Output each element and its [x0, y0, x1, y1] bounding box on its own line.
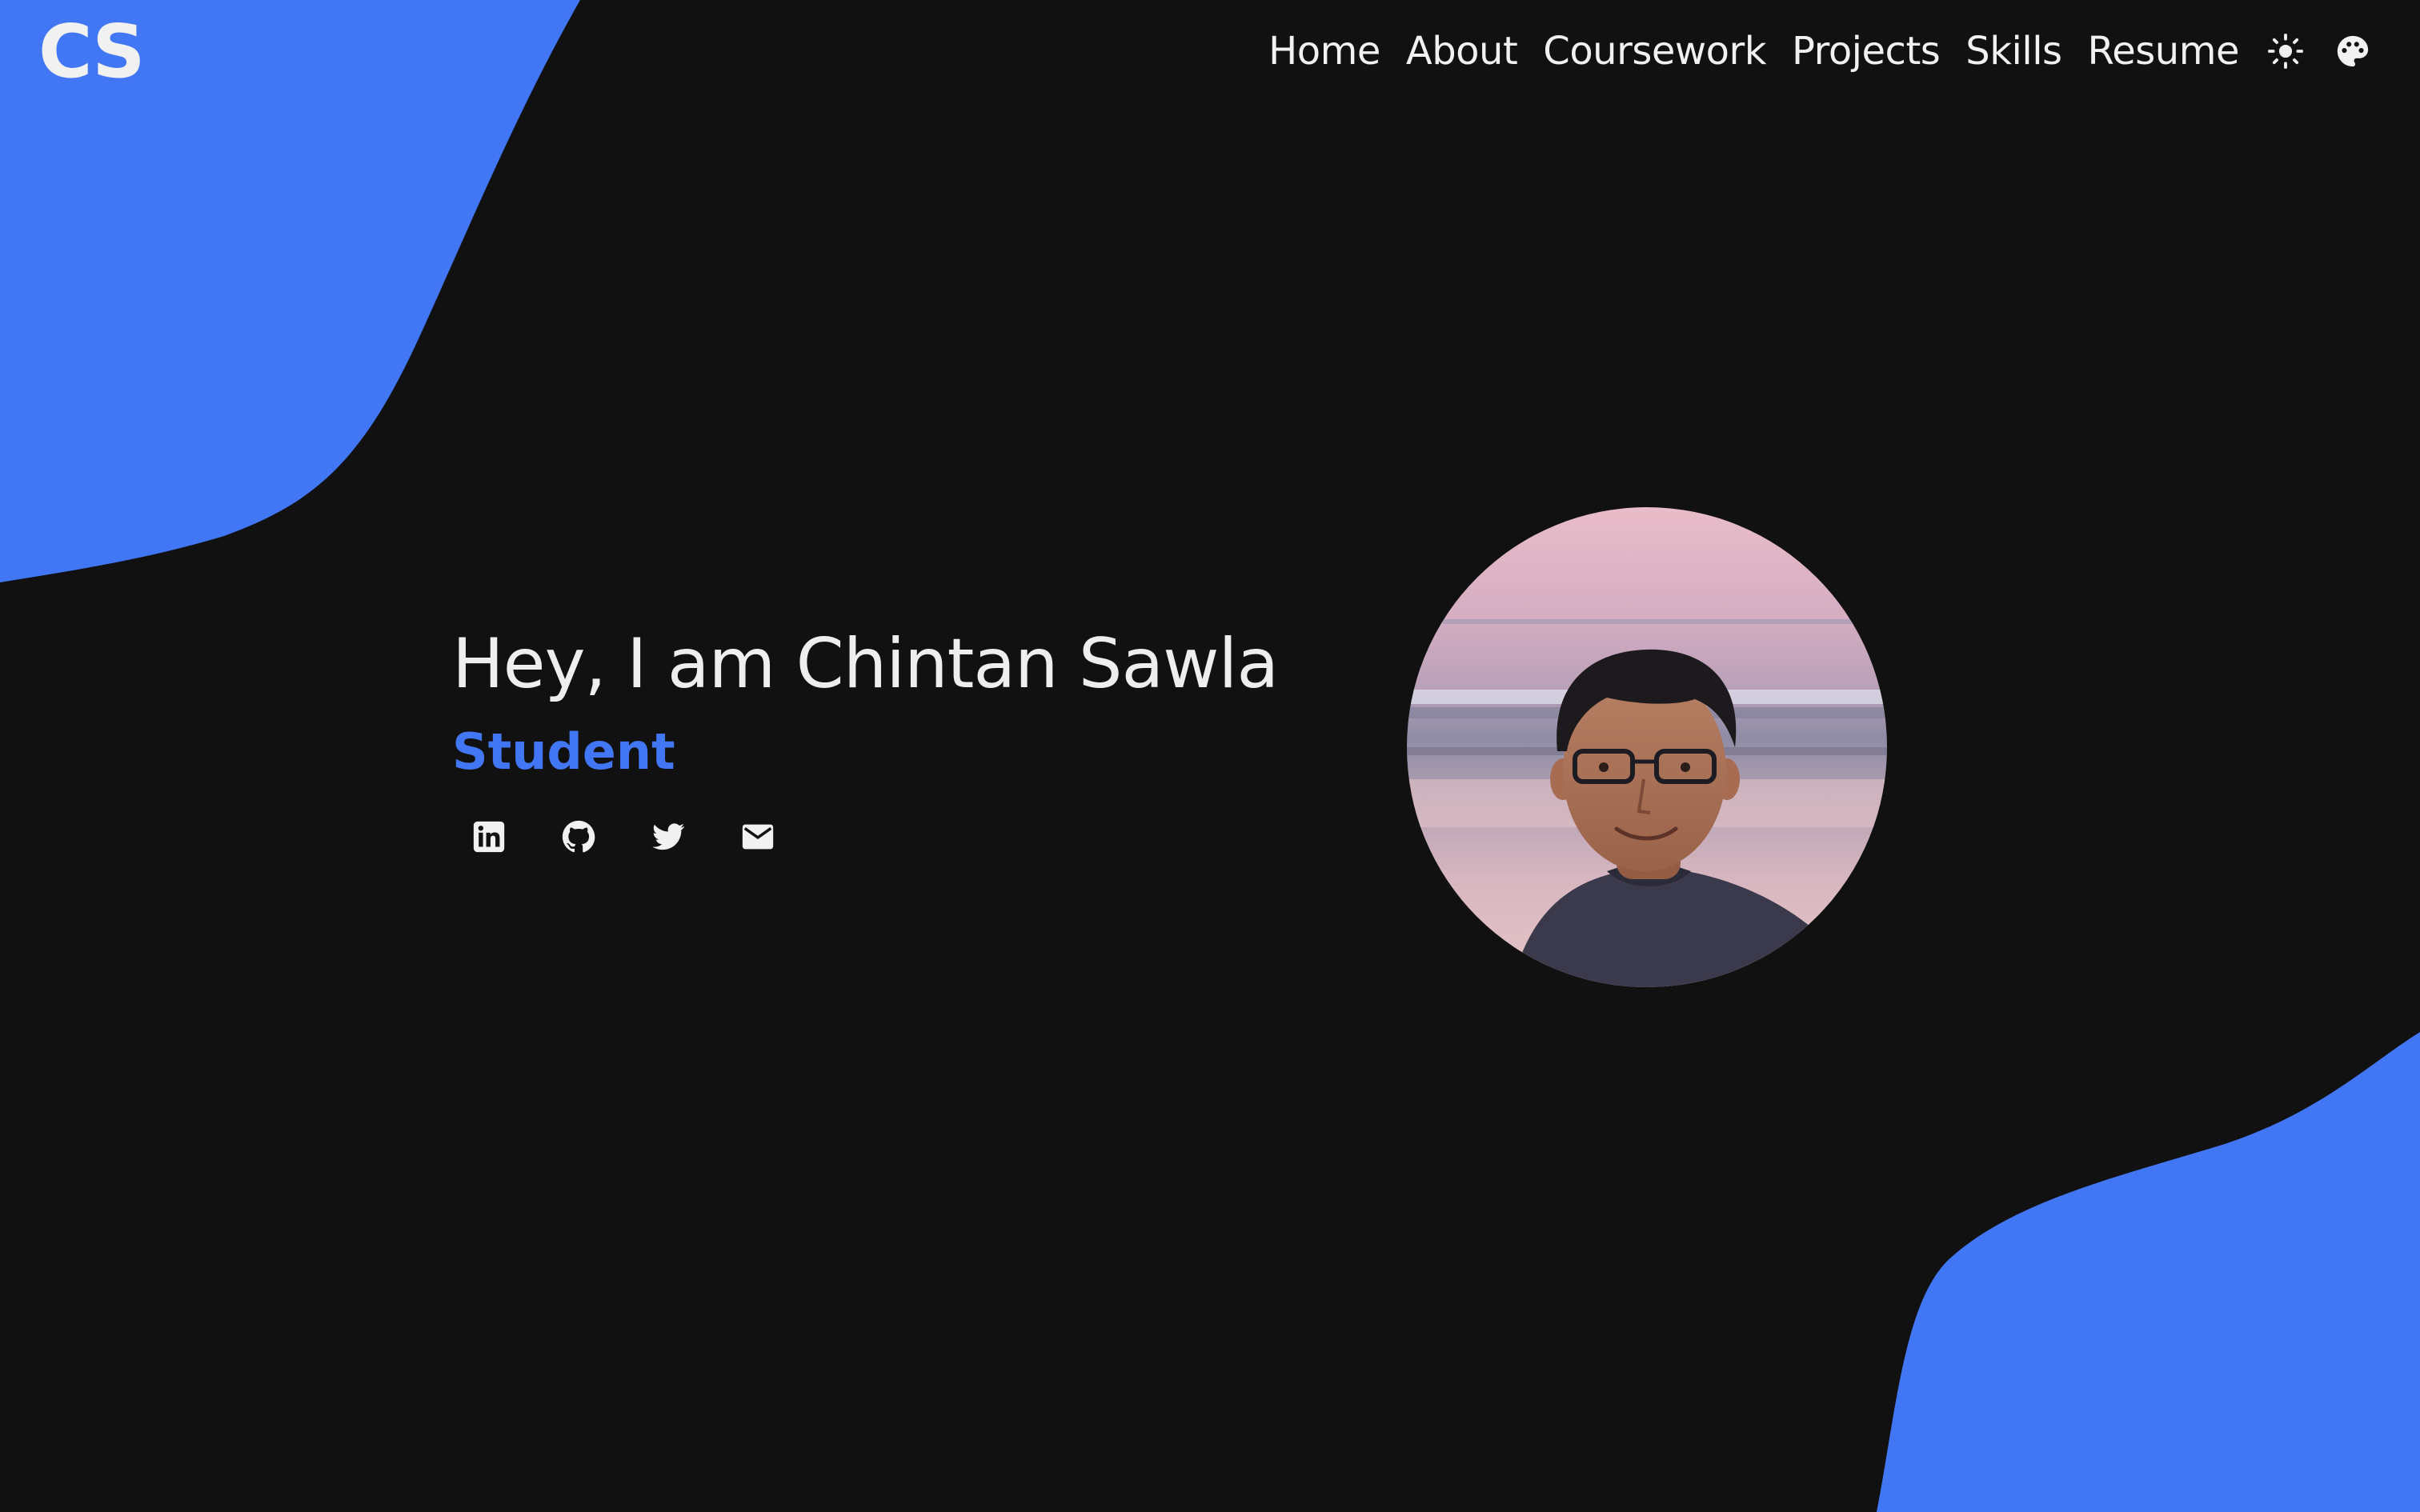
- profile-photo: [1407, 507, 1887, 987]
- palette-icon: [2337, 35, 2369, 67]
- social-links: [463, 811, 1278, 862]
- profile-photo-art: [1407, 507, 1887, 987]
- main-nav: Home About Coursework Projects Skills Re…: [1268, 21, 2374, 82]
- nav-coursework[interactable]: Coursework: [1543, 29, 1766, 74]
- twitter-icon: [652, 823, 685, 850]
- hero-greeting: Hey, I am Chintan Sawla: [452, 624, 1279, 704]
- twitter-link[interactable]: [643, 811, 694, 862]
- bottom-right-blob: [1877, 1032, 2420, 1512]
- site-logo[interactable]: CS: [38, 8, 145, 96]
- email-link[interactable]: [732, 811, 783, 862]
- hero-intro: Hey, I am Chintan Sawla Student: [452, 616, 1279, 862]
- github-link[interactable]: [553, 811, 604, 862]
- email-icon: [742, 824, 774, 850]
- palette-button[interactable]: [2332, 30, 2374, 72]
- hero-role: Student: [452, 722, 675, 781]
- page: CS Home About Coursework Projects Skills…: [0, 0, 2420, 1512]
- github-icon: [562, 820, 595, 853]
- nav-skills[interactable]: Skills: [1965, 29, 2062, 74]
- sun-icon: [2267, 33, 2304, 70]
- nav-projects[interactable]: Projects: [1792, 29, 1941, 74]
- nav-home[interactable]: Home: [1268, 29, 1380, 74]
- theme-toggle-button[interactable]: [2265, 30, 2306, 72]
- linkedin-link[interactable]: [463, 811, 515, 862]
- nav-about[interactable]: About: [1406, 29, 1518, 74]
- nav-resume[interactable]: Resume: [2088, 29, 2240, 74]
- linkedin-icon: [473, 821, 505, 853]
